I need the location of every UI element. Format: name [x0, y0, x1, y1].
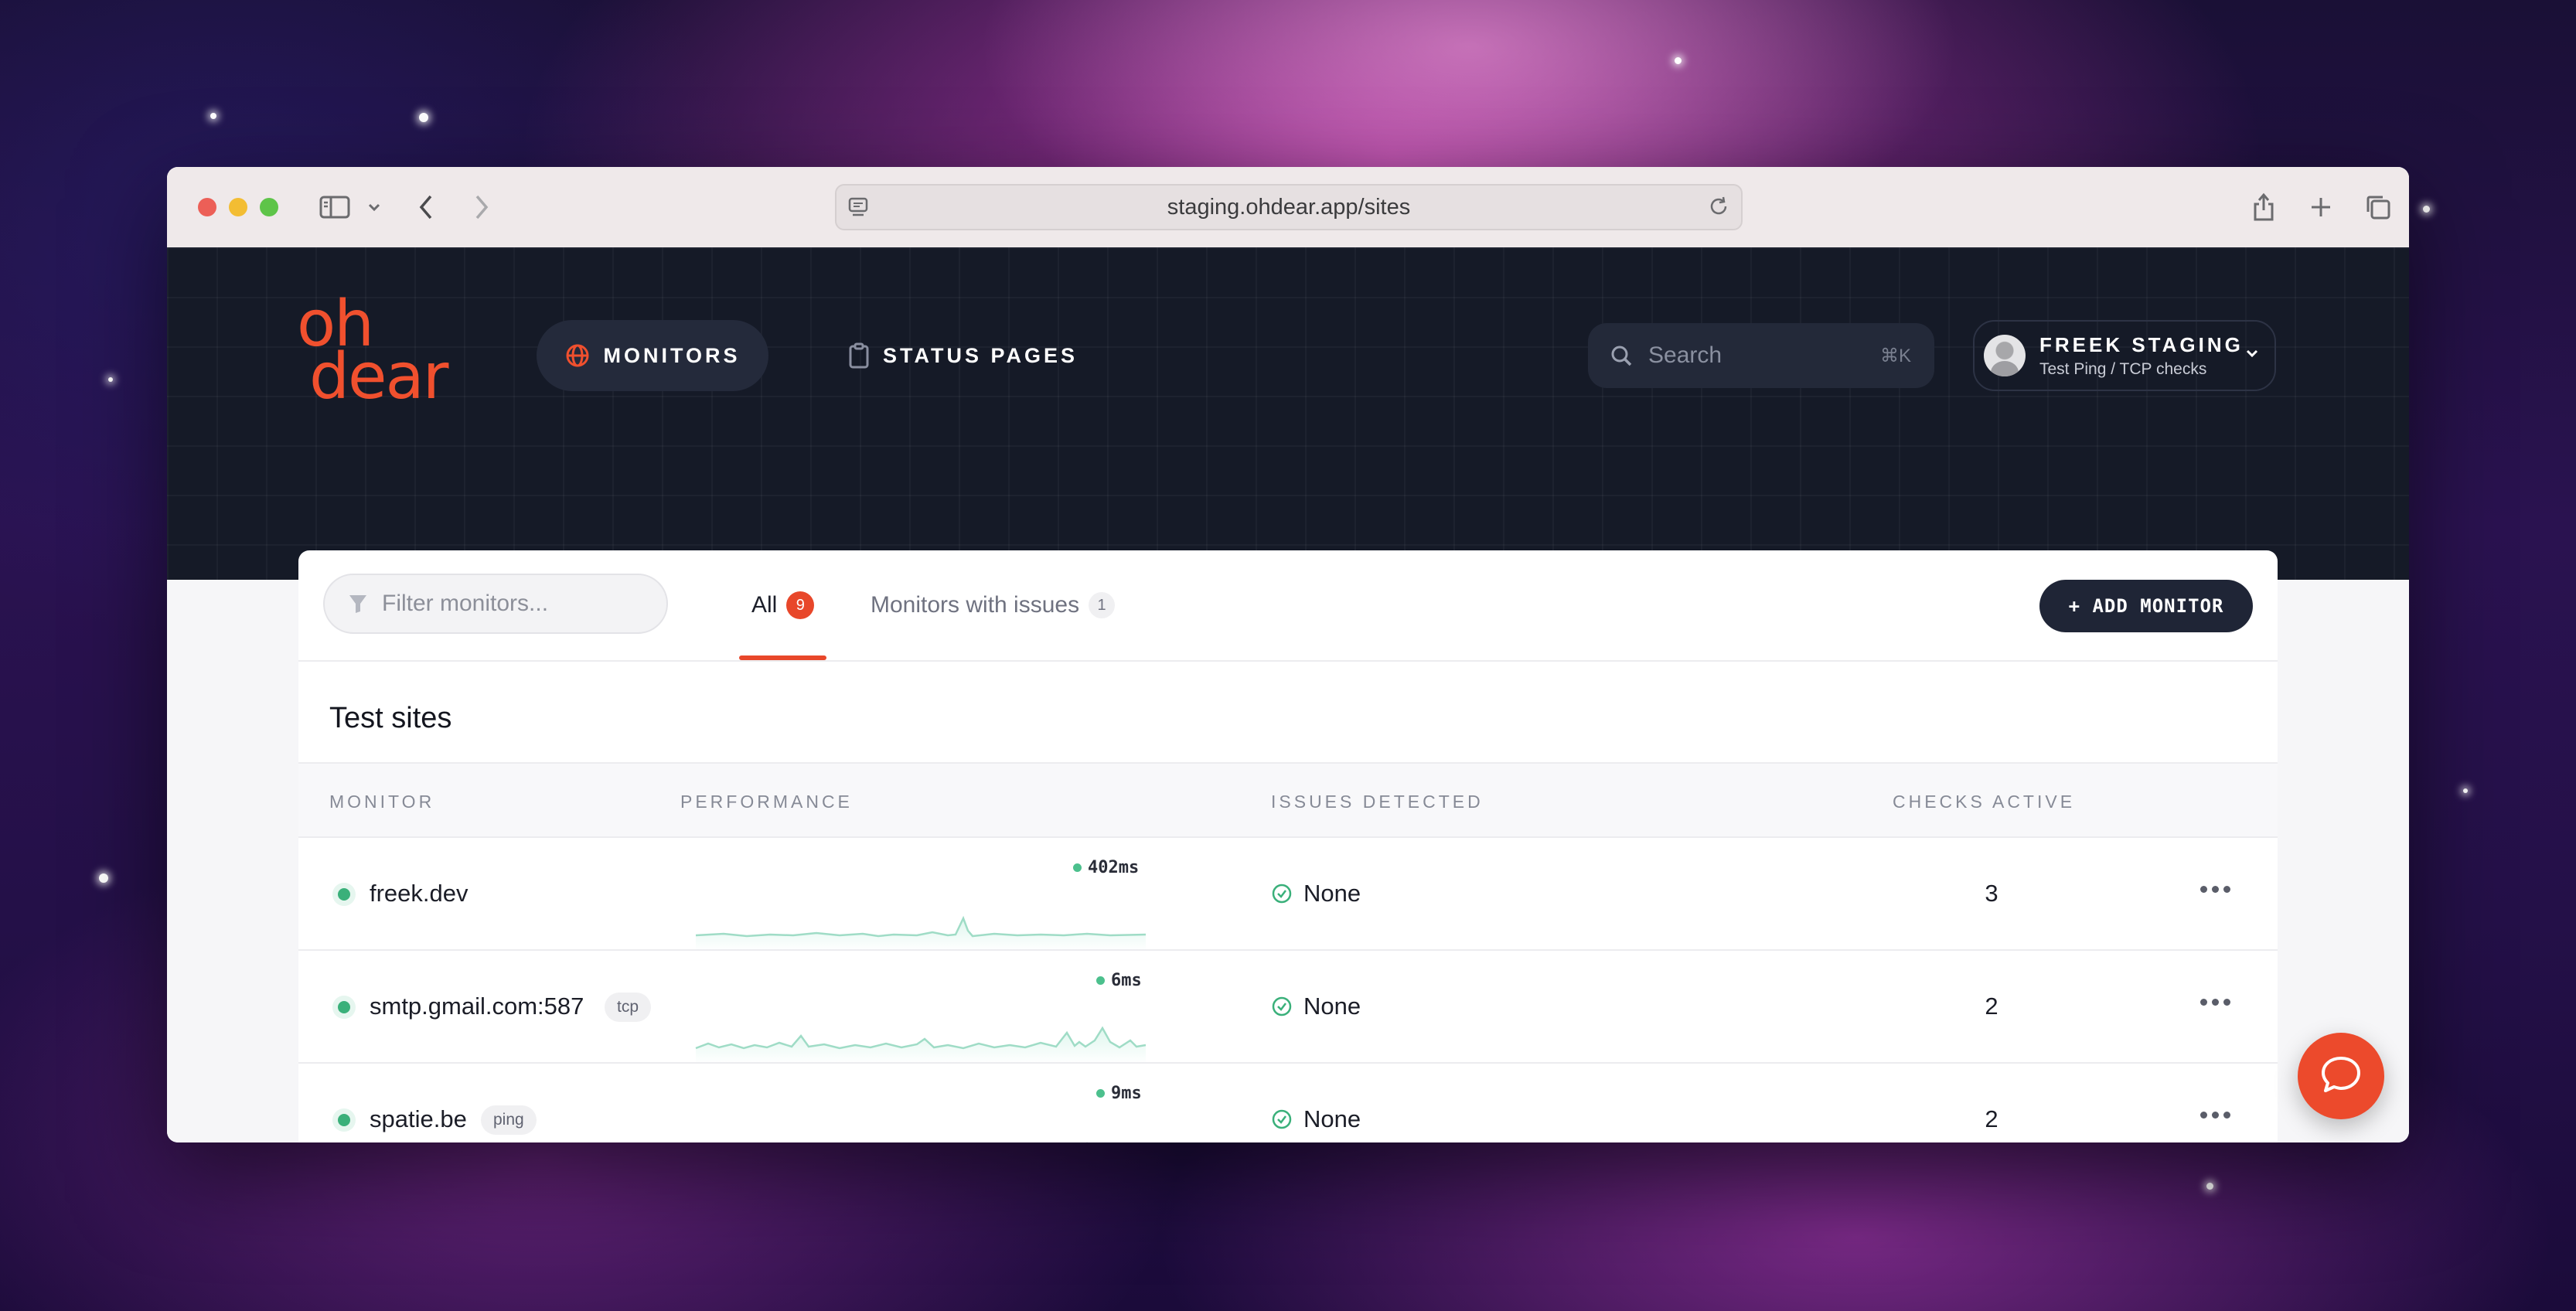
- nav-status-pages[interactable]: STATUS PAGES: [847, 320, 1095, 391]
- table-header: MONITOR PERFORMANCE ISSUES DETECTED CHEC…: [298, 762, 2278, 838]
- url-text: staging.ohdear.app/sites: [1167, 194, 1411, 220]
- star: [210, 113, 216, 119]
- zoom-window-button[interactable]: [260, 198, 278, 216]
- column-header-performance: PERFORMANCE: [680, 792, 853, 812]
- tab-overview-icon[interactable]: [2363, 190, 2394, 224]
- close-window-button[interactable]: [198, 198, 216, 216]
- avatar: [1984, 335, 2026, 376]
- group-title: Test sites: [329, 702, 452, 734]
- check-circle-icon: [1271, 1108, 1293, 1130]
- monitors-panel: Filter monitors... All 9 Monitors with i…: [298, 550, 2278, 1142]
- more-options-icon[interactable]: [2200, 886, 2230, 893]
- search-placeholder: Search: [1648, 342, 1722, 368]
- tab-all[interactable]: All 9: [739, 550, 827, 660]
- issues-value: None: [1303, 1105, 1361, 1132]
- count-badge: 9: [786, 591, 815, 619]
- nav-status-pages-label: STATUS PAGES: [883, 343, 1078, 367]
- monitor-type-tag: ping: [481, 1105, 537, 1135]
- status-dot: [332, 1108, 356, 1132]
- browser-toolbar: staging.ohdear.app/sites: [167, 167, 2409, 249]
- issues-detected: None: [1271, 993, 1361, 1020]
- site-settings-icon[interactable]: [847, 196, 869, 224]
- clipboard-icon: [847, 342, 871, 369]
- chevron-down-icon[interactable]: [365, 190, 383, 224]
- browser-window: staging.ohdear.app/sites oh dear MONITOR…: [167, 167, 2409, 1142]
- star: [1675, 57, 1682, 64]
- performance-sparkline: [695, 1026, 1147, 1064]
- funnel-icon: [348, 593, 368, 615]
- count-badge: 1: [1089, 592, 1116, 618]
- monitor-type-tag: tcp: [605, 993, 652, 1022]
- issues-value: None: [1303, 880, 1361, 907]
- star: [2463, 788, 2468, 793]
- column-header-checks: CHECKS ACTIVE: [1893, 792, 2076, 812]
- panel-toolbar: Filter monitors... All 9 Monitors with i…: [298, 550, 2278, 662]
- search-input[interactable]: Search ⌘K: [1588, 323, 1934, 388]
- monitor-name[interactable]: spatie.be: [370, 1105, 467, 1133]
- monitor-name[interactable]: freek.dev: [370, 880, 469, 907]
- chat-bubble-button[interactable]: [2298, 1033, 2384, 1119]
- back-arrow-icon[interactable]: [414, 190, 438, 224]
- add-monitor-button[interactable]: + ADD MONITOR: [2039, 580, 2253, 632]
- star: [419, 113, 428, 122]
- star: [99, 873, 108, 883]
- tab-monitors-with-issues[interactable]: Monitors with issues 1: [871, 550, 1116, 660]
- column-header-monitor: MONITOR: [329, 792, 435, 812]
- issues-detected: None: [1271, 880, 1361, 907]
- status-dot: [332, 883, 356, 906]
- app-header: oh dear MONITORS STATUS PAGES Search ⌘K: [167, 247, 2409, 580]
- star: [108, 377, 113, 382]
- new-tab-plus-icon[interactable]: [2305, 190, 2336, 224]
- ohdear-logo[interactable]: oh dear: [297, 293, 448, 414]
- checks-active: 3: [1985, 880, 1998, 907]
- chevron-down-icon: [2245, 348, 2259, 362]
- nav-monitors-label: MONITORS: [603, 343, 741, 367]
- check-circle-icon: [1271, 883, 1293, 904]
- account-subtitle: Test Ping / TCP checks: [2039, 359, 2207, 378]
- star: [2423, 206, 2430, 213]
- filter-monitors-input[interactable]: Filter monitors...: [323, 574, 668, 634]
- table-row[interactable]: spatie.be ping 9ms None 2: [298, 1064, 2278, 1142]
- issues-value: None: [1303, 993, 1361, 1020]
- forward-arrow-icon[interactable]: [470, 190, 493, 224]
- chat-bubble-icon: [2319, 1054, 2363, 1098]
- column-header-issues: ISSUES DETECTED: [1271, 792, 1484, 812]
- share-icon[interactable]: [2248, 190, 2279, 224]
- star: [2206, 1183, 2213, 1190]
- address-bar[interactable]: staging.ohdear.app/sites: [835, 184, 1743, 230]
- tab-issues-label: Monitors with issues: [871, 592, 1080, 618]
- sidebar-toggle-icon[interactable]: [317, 190, 353, 224]
- account-switcher[interactable]: FREEK STAGING Test Ping / TCP checks: [1973, 320, 2276, 391]
- globe-icon: [564, 342, 591, 369]
- filter-placeholder: Filter monitors...: [382, 591, 549, 616]
- tab-all-label: All: [751, 592, 778, 618]
- account-name: FREEK STAGING: [2039, 332, 2244, 356]
- checks-active: 2: [1985, 1105, 1998, 1132]
- more-options-icon[interactable]: [2200, 999, 2230, 1006]
- search-shortcut: ⌘K: [1879, 345, 1911, 366]
- status-dot: [332, 996, 356, 1019]
- search-icon: [1610, 344, 1633, 367]
- table-row[interactable]: freek.dev 402ms None 3: [298, 838, 2278, 951]
- nav-monitors[interactable]: MONITORS: [537, 320, 768, 391]
- table-row[interactable]: smtp.gmail.com:587 tcp 6ms None 2: [298, 951, 2278, 1064]
- minimize-window-button[interactable]: [229, 198, 247, 216]
- performance-sparkline: [693, 1084, 1149, 1142]
- reload-icon[interactable]: [1707, 195, 1730, 224]
- check-circle-icon: [1271, 996, 1293, 1017]
- checks-active: 2: [1985, 993, 1998, 1020]
- issues-detected: None: [1271, 1105, 1361, 1133]
- monitor-name[interactable]: smtp.gmail.com:587: [370, 993, 584, 1020]
- logo-line-dear: dear: [309, 340, 448, 414]
- more-options-icon[interactable]: [2200, 1112, 2230, 1119]
- performance-sparkline: [695, 915, 1147, 951]
